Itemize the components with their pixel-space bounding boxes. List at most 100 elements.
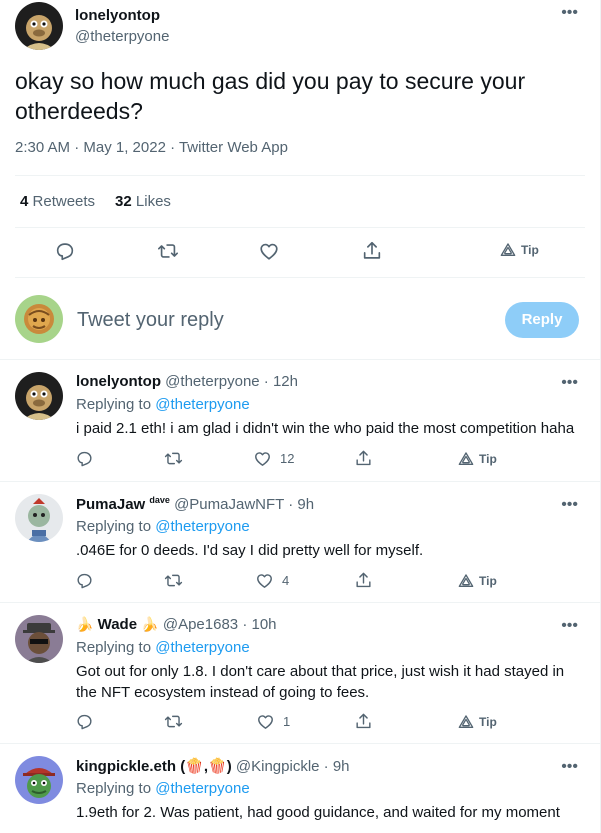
like-count: 12	[280, 451, 295, 466]
tip-icon	[458, 715, 474, 728]
share-icon	[356, 572, 371, 588]
author-handle[interactable]: @PumaJawNFT	[174, 496, 284, 513]
author-handle[interactable]: @Ape1683	[163, 616, 238, 633]
replying-to-link[interactable]: @theterpyone	[155, 639, 249, 656]
share-icon	[363, 241, 381, 259]
reply-text: .046E for 0 deeds. I'd say I did pretty …	[76, 542, 424, 559]
timestamp[interactable]: · 12h	[264, 373, 298, 390]
avatar[interactable]	[15, 494, 63, 542]
avatar[interactable]	[15, 372, 63, 420]
replying-to-link[interactable]: @theterpyone	[155, 780, 249, 797]
replying-to-link[interactable]: @theterpyone	[155, 518, 249, 535]
author-handle[interactable]: @theterpyone	[165, 373, 259, 390]
tweet-text: okay so how much gas did you pay to secu…	[15, 68, 526, 124]
replying-to: Replying to @theterpyone	[76, 639, 250, 656]
reply-submit-button[interactable]: Reply	[505, 302, 579, 338]
avatar[interactable]	[15, 2, 63, 50]
avatar[interactable]	[15, 756, 63, 804]
heart-icon	[255, 452, 270, 466]
author-handle[interactable]: @Kingpickle	[236, 758, 320, 775]
tip-label: Tip	[479, 715, 497, 729]
replying-to: Replying to @theterpyone	[76, 396, 250, 413]
reply-tweet[interactable]: PumaJaw dave @PumaJawNFT · 9h ••• Replyi…	[0, 482, 600, 602]
share-button[interactable]	[354, 571, 373, 590]
share-icon	[356, 450, 371, 466]
like-button[interactable]: 1	[256, 712, 290, 731]
tip-label: Tip	[479, 452, 497, 466]
tip-label: Tip	[521, 243, 539, 257]
reply-icon	[77, 451, 92, 467]
share-button[interactable]	[354, 712, 373, 731]
avatar[interactable]	[15, 295, 63, 343]
reply-button[interactable]	[75, 571, 94, 590]
retweet-button[interactable]	[157, 240, 179, 262]
banana-emoji: 🍌	[141, 616, 159, 632]
timestamp[interactable]: · 9h	[288, 496, 314, 513]
tweet-stats: 4 Retweets 32 Likes	[20, 193, 171, 210]
reply-button[interactable]	[75, 712, 94, 731]
tip-button[interactable]: Tip	[458, 714, 497, 730]
tweet-meta[interactable]: 2:30 AM · May 1, 2022 · Twitter Web App	[15, 139, 288, 156]
author-handle[interactable]: @theterpyone	[75, 28, 169, 45]
author-name[interactable]: lonelyontop	[75, 7, 160, 24]
tip-label: Tip	[479, 574, 497, 588]
reply-header: 🍌 Wade 🍌 @Ape1683 · 10h	[76, 616, 277, 633]
share-icon	[356, 713, 371, 729]
author-name[interactable]: 🍌 Wade 🍌	[76, 616, 159, 633]
reply-button[interactable]	[75, 449, 94, 468]
replying-to: Replying to @theterpyone	[76, 780, 250, 797]
likes-stat[interactable]: 32 Likes	[115, 193, 171, 210]
retweet-button[interactable]	[164, 449, 183, 468]
reply-text: Got out for only 1.8. I don't care about…	[76, 663, 565, 701]
tip-button[interactable]: Tip	[500, 242, 539, 258]
reply-header: lonelyontop @theterpyone · 12h	[76, 373, 298, 390]
banana-emoji: 🍌	[76, 616, 94, 632]
retweet-icon	[164, 715, 183, 728]
author-name[interactable]: kingpickle.eth (🍿,🍿)	[76, 758, 232, 775]
tip-button[interactable]: Tip	[458, 573, 497, 589]
divider	[15, 227, 585, 228]
like-button[interactable]	[258, 240, 280, 262]
more-icon[interactable]: •••	[561, 497, 578, 513]
author-name[interactable]: lonelyontop	[76, 373, 161, 390]
reply-text: i paid 2.1 eth! i am glad i didn't win t…	[76, 420, 575, 437]
reply-input[interactable]: Tweet your reply	[77, 309, 224, 332]
avatar[interactable]	[15, 615, 63, 663]
more-icon[interactable]: •••	[561, 375, 578, 391]
reply-header: kingpickle.eth (🍿,🍿) @Kingpickle · 9h	[76, 757, 350, 775]
tip-icon	[458, 452, 474, 465]
name-suffix: (🍿,🍿)	[180, 758, 232, 775]
timestamp[interactable]: · 10h	[242, 616, 276, 633]
reply-icon	[77, 573, 92, 589]
like-button[interactable]: 4	[255, 571, 289, 590]
heart-icon	[257, 574, 272, 588]
tip-button[interactable]: Tip	[458, 451, 497, 467]
more-icon[interactable]: •••	[561, 759, 578, 775]
divider	[15, 175, 585, 176]
more-icon[interactable]: •••	[561, 5, 578, 21]
tip-icon	[458, 574, 474, 587]
retweet-icon	[164, 452, 183, 465]
retweet-icon	[158, 244, 178, 258]
reply-tweet[interactable]: 🍌 Wade 🍌 @Ape1683 · 10h ••• Replying to …	[0, 603, 600, 743]
retweet-button[interactable]	[164, 712, 183, 731]
retweet-button[interactable]	[164, 571, 183, 590]
like-count: 4	[282, 573, 290, 588]
tip-icon	[500, 243, 516, 256]
share-button[interactable]	[361, 240, 383, 262]
like-count: 1	[283, 714, 291, 729]
reply-icon	[77, 714, 92, 730]
reply-tweet[interactable]: lonelyontop @theterpyone · 12h ••• Reply…	[0, 360, 600, 481]
like-button[interactable]: 12	[253, 449, 294, 468]
more-icon[interactable]: •••	[561, 618, 578, 634]
replying-to-link[interactable]: @theterpyone	[155, 396, 249, 413]
reply-tweet[interactable]: kingpickle.eth (🍿,🍿) @Kingpickle · 9h ••…	[0, 744, 600, 833]
share-button[interactable]	[354, 449, 373, 468]
reply-icon	[56, 243, 74, 261]
author-name[interactable]: PumaJaw dave	[76, 495, 170, 513]
heart-icon	[260, 243, 278, 260]
reply-button[interactable]	[54, 240, 76, 262]
retweets-stat[interactable]: 4 Retweets	[20, 193, 95, 210]
replying-to: Replying to @theterpyone	[76, 518, 250, 535]
timestamp[interactable]: · 9h	[324, 758, 350, 775]
